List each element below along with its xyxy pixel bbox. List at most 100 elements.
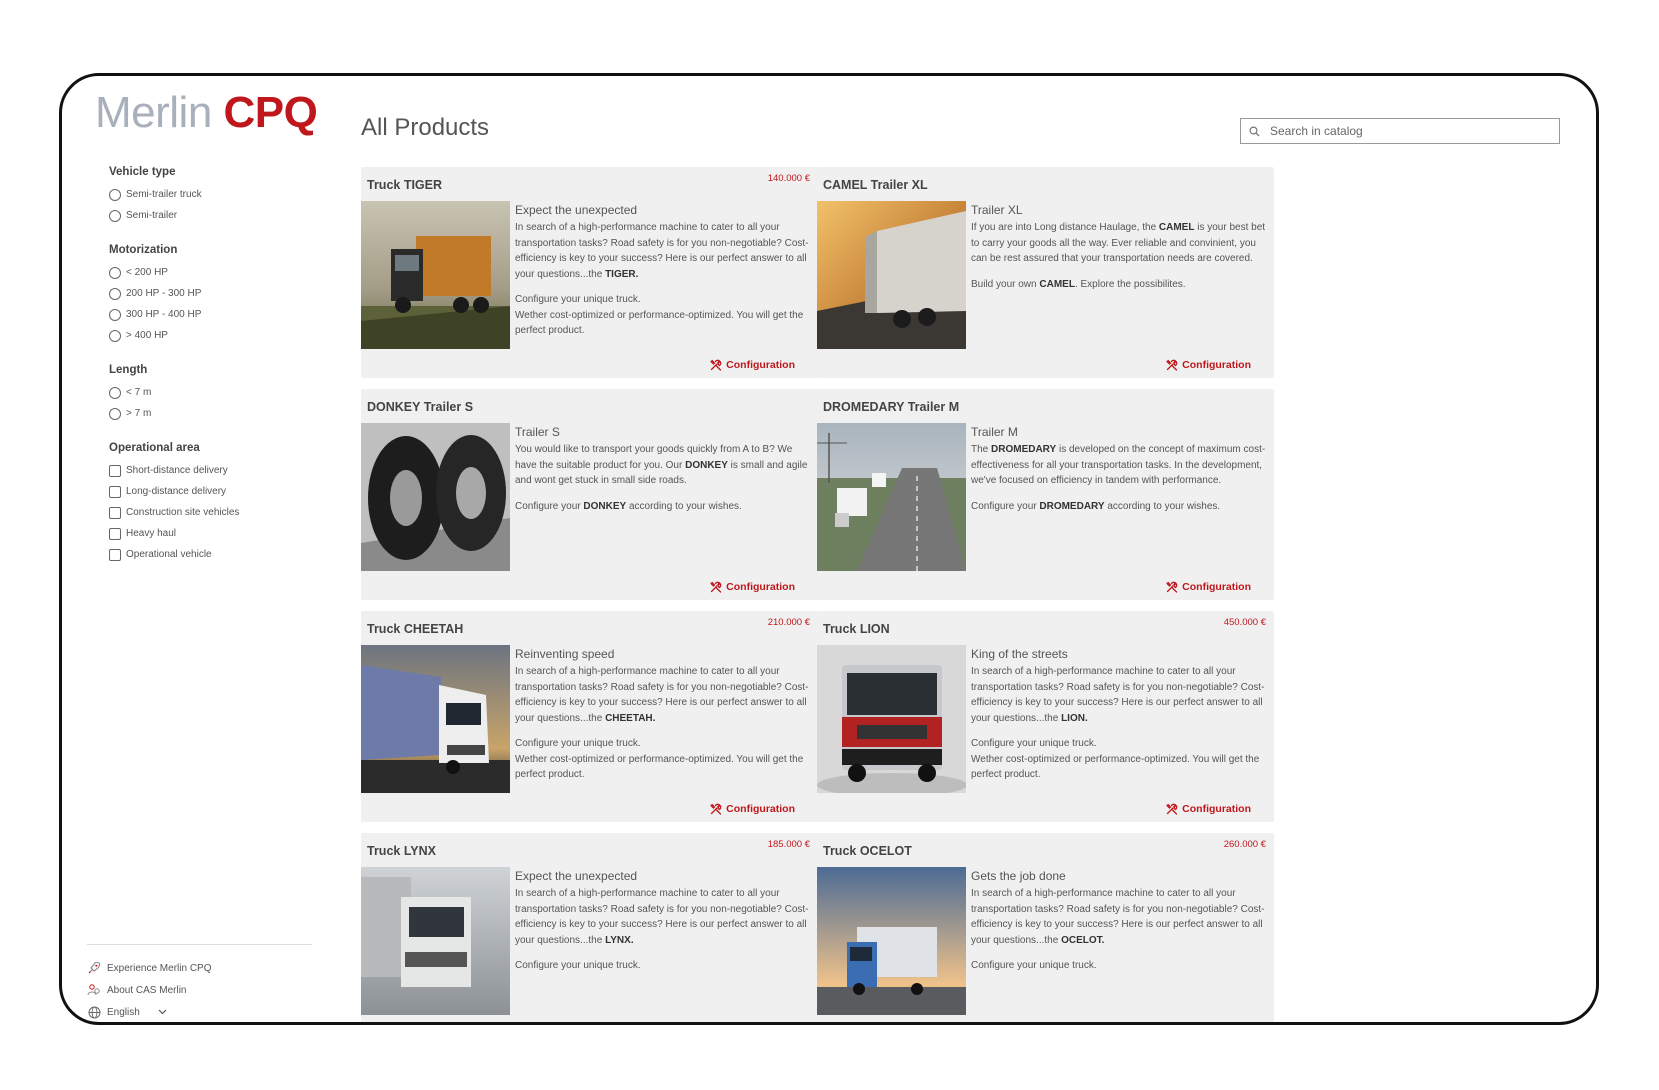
product-subtitle: Reinventing speed (515, 647, 615, 661)
product-paragraph: Configure your DROMEDARY according to yo… (971, 500, 1221, 512)
product-description: Trailer XL If you are into Long distance … (971, 203, 1269, 302)
product-title[interactable]: DROMEDARY Trailer M (823, 400, 959, 414)
product-image[interactable] (361, 201, 510, 349)
radio-button[interactable] (109, 188, 121, 201)
filter-option-label: > 400 HP (126, 330, 168, 341)
filter-option[interactable]: < 7 m (109, 382, 309, 403)
configuration-button[interactable]: Configuration (1166, 359, 1251, 371)
radio-button[interactable] (109, 209, 121, 222)
checkbox[interactable] (109, 485, 121, 498)
filter-option-label: Semi-trailer (126, 210, 178, 221)
product-paragraph: In search of a high-performance machine … (971, 888, 1265, 946)
checkbox[interactable] (109, 464, 121, 477)
product-description: Trailer S You would like to transport you… (515, 425, 813, 524)
product-price: 140.000 € (767, 173, 810, 184)
filter-option-label: 300 HP - 400 HP (126, 309, 202, 320)
product-paragraph: In search of a high-performance machine … (515, 666, 809, 724)
radio-button[interactable] (109, 266, 121, 279)
product-image[interactable] (817, 423, 966, 571)
search-box[interactable] (1240, 118, 1560, 144)
search-input[interactable] (1268, 123, 1542, 139)
filter-option-label: Heavy haul (126, 528, 177, 539)
product-card[interactable]: Truck LYNX 185.000 € Expect the unexpecte… (361, 833, 818, 1022)
filter-option[interactable]: Short-distance delivery (109, 460, 309, 481)
product-card[interactable]: Truck CHEETAH 210.000 € Reinventing speed… (361, 611, 818, 822)
product-image[interactable] (361, 423, 510, 571)
page-title: All Products (361, 114, 490, 141)
radio-button[interactable] (109, 308, 121, 321)
product-image[interactable] (361, 867, 510, 1015)
radio-button[interactable] (109, 287, 121, 300)
product-title[interactable]: DONKEY Trailer S (367, 400, 473, 414)
product-paragraph: Configure your unique truck. Wether cost-… (971, 738, 1260, 780)
filter-group-title: Motorization (109, 244, 178, 256)
product-paragraph: In search of a high-performance machine … (515, 222, 809, 280)
filter-option[interactable]: 200 HP - 300 HP (109, 283, 309, 304)
product-subtitle: Gets the job done (971, 869, 1066, 883)
configuration-button[interactable]: Configuration (1166, 803, 1251, 815)
filter-option[interactable]: Long-distance delivery (109, 481, 309, 502)
configuration-button[interactable]: Configuration (710, 581, 795, 593)
experience-link[interactable]: Experience Merlin CPQ (87, 957, 312, 979)
filter-option[interactable]: Operational vehicle (109, 544, 309, 565)
product-price: 260.000 € (1223, 839, 1266, 850)
about-link[interactable]: About CAS Merlin (87, 979, 312, 1001)
product-title[interactable]: Truck LION (823, 622, 890, 636)
chevron-down-icon[interactable] (158, 1007, 167, 1017)
filter-option[interactable]: Semi-trailer truck (109, 184, 309, 205)
product-subtitle: Expect the unexpected (515, 203, 638, 217)
filter-option[interactable]: Construction site vehicles (109, 502, 309, 523)
product-title[interactable]: Truck TIGER (367, 178, 442, 192)
product-title[interactable]: Truck OCELOT (823, 844, 912, 858)
checkbox[interactable] (109, 548, 121, 561)
configuration-button[interactable]: Configuration (1166, 581, 1251, 593)
filter-option[interactable]: > 7 m (109, 403, 309, 424)
app-window: Merlin CPQ Vehicle type Semi-trailer truc… (59, 73, 1599, 1025)
product-image[interactable] (817, 201, 966, 349)
configuration-button[interactable]: Configuration (710, 359, 795, 371)
product-title[interactable]: Truck LYNX (367, 844, 436, 858)
product-paragraph: Build your own CAMEL. Explore the possib… (971, 278, 1186, 290)
filter-group-vehicle-type: Vehicle type Semi-trailer truck Semi-trail… (109, 166, 309, 226)
search-icon (1249, 125, 1260, 137)
checkbox[interactable] (109, 527, 121, 540)
configuration-button[interactable]: Configuration (710, 803, 795, 815)
product-paragraph: Configure your DONKEY according to your … (515, 500, 742, 512)
about-label: About CAS Merlin (107, 984, 187, 996)
product-subtitle: Expect the unexpected (515, 869, 638, 883)
logo[interactable]: Merlin CPQ (95, 88, 318, 138)
checkbox[interactable] (109, 506, 121, 519)
product-subtitle: Trailer S (515, 425, 560, 439)
product-title[interactable]: Truck CHEETAH (367, 622, 463, 636)
product-card[interactable]: DONKEY Trailer S Trailer S You would like… (361, 389, 818, 600)
people-icon (87, 983, 101, 997)
product-subtitle: Trailer XL (971, 203, 1023, 217)
filter-option[interactable]: Semi-trailer (109, 205, 309, 226)
filter-option-label: Operational vehicle (126, 549, 212, 560)
product-image[interactable] (817, 867, 966, 1015)
filter-option[interactable]: Heavy haul (109, 523, 309, 544)
product-price: 185.000 € (767, 839, 810, 850)
product-title[interactable]: CAMEL Trailer XL (823, 178, 928, 192)
radio-button[interactable] (109, 329, 121, 342)
product-card[interactable]: Truck OCELOT 260.000 € Gets the job done I… (817, 833, 1274, 1022)
radio-button[interactable] (109, 407, 121, 420)
radio-button[interactable] (109, 386, 121, 399)
product-card[interactable]: Truck LION 450.000 € King of the streets I… (817, 611, 1274, 822)
language-selector[interactable]: English (87, 1001, 312, 1022)
filter-panel: Vehicle type Semi-trailer truck Semi-trail… (109, 166, 309, 583)
filter-option[interactable]: 300 HP - 400 HP (109, 304, 309, 325)
product-image[interactable] (361, 645, 510, 793)
filter-option[interactable]: > 400 HP (109, 325, 309, 346)
filter-option-label: > 7 m (126, 408, 152, 419)
product-image[interactable] (817, 645, 966, 793)
product-card[interactable]: CAMEL Trailer XL Trailer XL If you are in… (817, 167, 1274, 378)
product-description: Reinventing speed In search of a high-per… (515, 647, 813, 793)
product-card[interactable]: DROMEDARY Trailer M Trailer M The DROMEDA… (817, 389, 1274, 600)
product-card[interactable]: Truck TIGER 140.000 € Expect the unexpect… (361, 167, 818, 378)
filter-group-operational-area: Operational area Short-distance delivery L… (109, 442, 309, 565)
filter-option[interactable]: < 200 HP (109, 262, 309, 283)
configuration-label: Configuration (726, 359, 795, 371)
globe-icon (87, 1005, 101, 1019)
configuration-label: Configuration (1182, 581, 1251, 593)
